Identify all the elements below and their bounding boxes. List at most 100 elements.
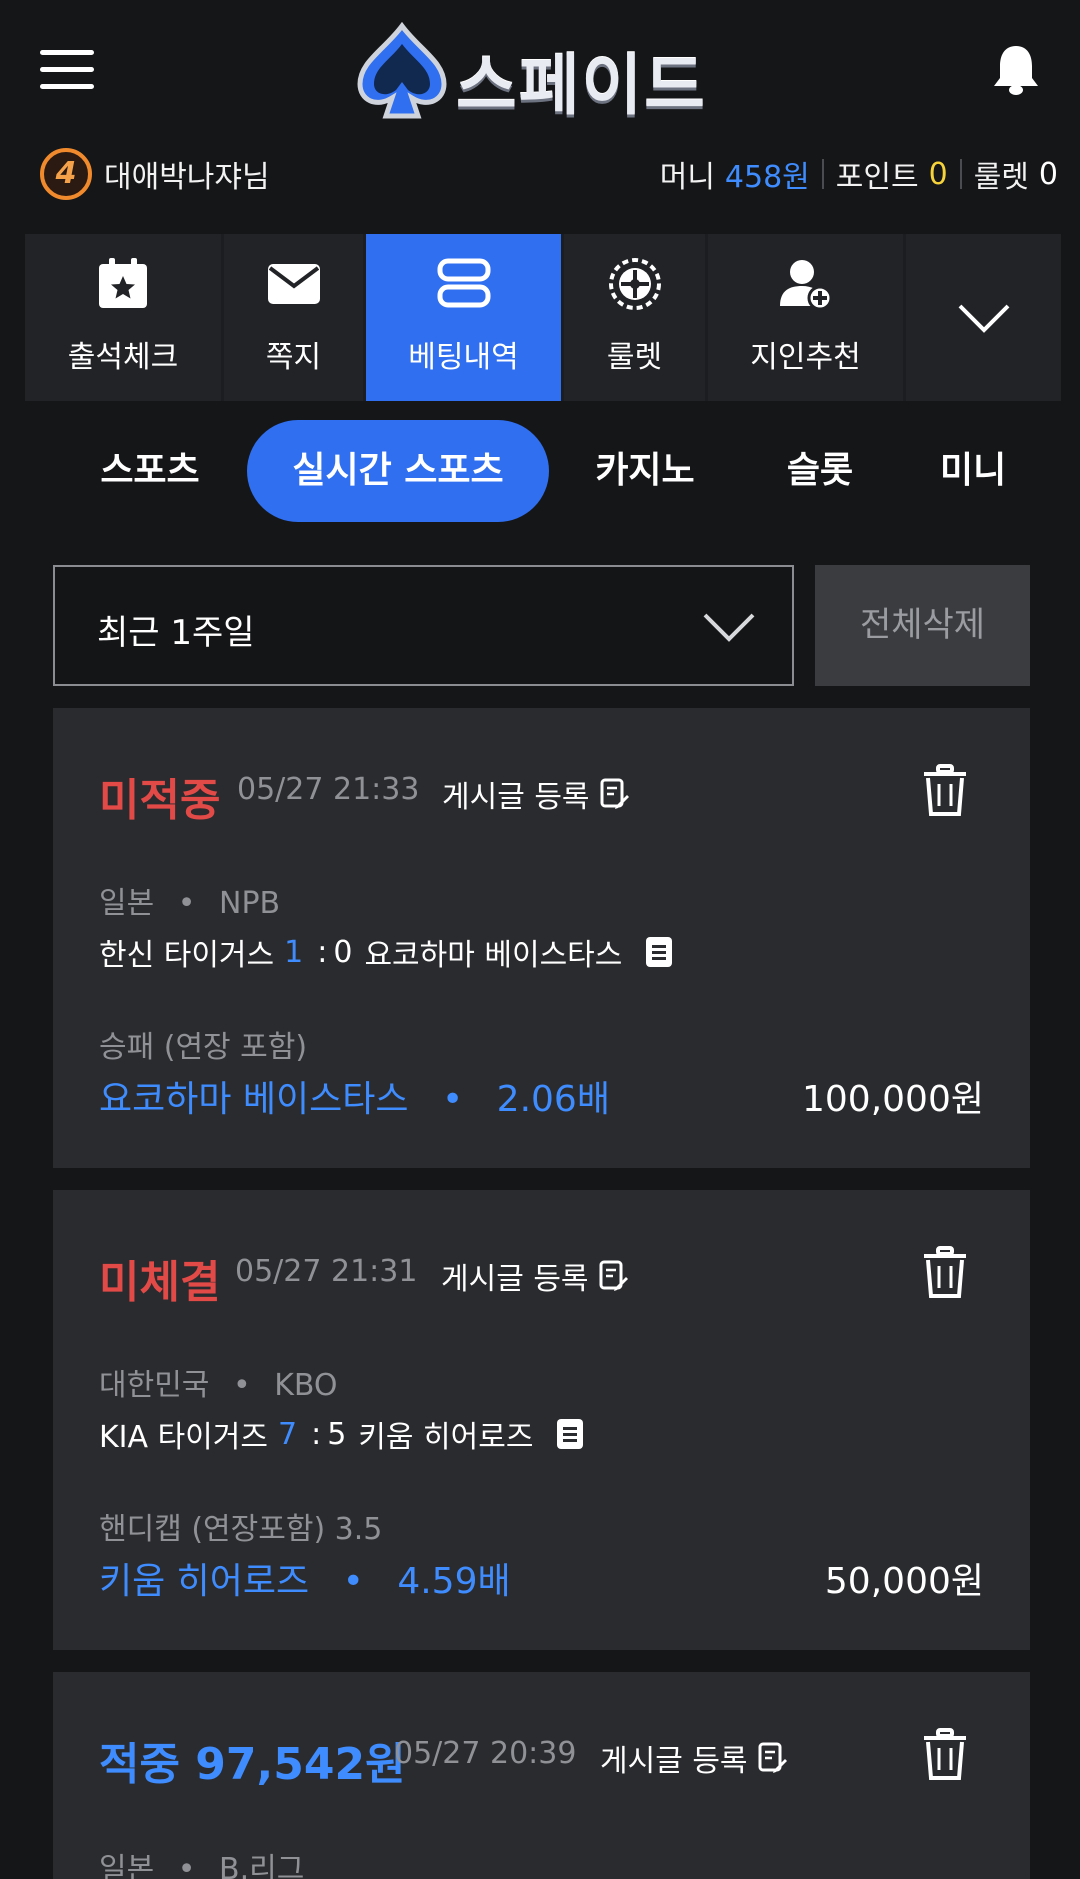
tab-minigame[interactable]: 미니게 bbox=[940, 420, 1030, 522]
bet-status: 미체결 bbox=[99, 1257, 221, 1308]
quicknav-label: 출석체크 bbox=[67, 340, 179, 375]
post-register-label: 게시글 등록 bbox=[442, 780, 590, 815]
tab-live-sports[interactable]: 실시간 스포츠 bbox=[247, 420, 549, 522]
trash-icon[interactable] bbox=[922, 764, 968, 818]
bell-icon[interactable] bbox=[992, 44, 1040, 96]
pick-team: 키움 히어로즈 bbox=[99, 1561, 310, 1602]
divider bbox=[821, 159, 824, 189]
quicknav-attendance[interactable]: 출석체크 bbox=[25, 234, 221, 401]
bet-time: 05/27 21:31 bbox=[235, 1254, 418, 1289]
quicknav-label: 룰렛 bbox=[606, 340, 663, 375]
point-label: 포인트 bbox=[835, 160, 919, 195]
match-info: 한신 타이거스 1 : 0 요코하마 베이스타스 bbox=[99, 930, 673, 974]
league-info: 일본 • NPB bbox=[99, 878, 280, 922]
bet-pick: 요코하마 베이스타스 • 2.06배 bbox=[99, 1070, 610, 1122]
match-info: KIA 타이거즈 7 : 5 키움 히어로즈 bbox=[99, 1412, 584, 1456]
edit-document-icon bbox=[758, 1742, 787, 1773]
tab-casino[interactable]: 카지노 bbox=[580, 420, 710, 522]
money-label: 머니 bbox=[659, 160, 715, 195]
roulette-icon bbox=[607, 256, 663, 312]
league: NPB bbox=[219, 886, 281, 921]
category-tabs: 스포츠 실시간 스포츠 카지노 슬롯 미니게 bbox=[0, 420, 1080, 526]
top-bar: 스페이드 bbox=[0, 0, 1080, 140]
post-register-label: 게시글 등록 bbox=[441, 1262, 589, 1297]
country: 일본 bbox=[99, 1852, 155, 1879]
away-score: 0 bbox=[333, 934, 353, 970]
quicknav-messages[interactable]: 쪽지 bbox=[224, 234, 363, 401]
logo-text: 스페이드 bbox=[456, 47, 707, 124]
tab-sports[interactable]: 스포츠 bbox=[80, 420, 220, 522]
pick-odds: 4.59배 bbox=[397, 1561, 511, 1602]
period-select-value: 최근 1주일 bbox=[97, 613, 255, 653]
separator-dot: • bbox=[177, 886, 196, 921]
score-separator: : bbox=[311, 1416, 322, 1452]
post-register-button[interactable]: 게시글 등록 bbox=[600, 1736, 788, 1780]
league: B.리그 bbox=[219, 1852, 305, 1879]
bet-card: 미체결 05/27 21:31 게시글 등록 대한민국 • KBO KIA 타이… bbox=[53, 1190, 1030, 1650]
away-score: 5 bbox=[327, 1416, 347, 1452]
spade-logo-icon bbox=[357, 22, 447, 119]
wallet-summary: 머니 458원 포인트 0 룰렛 0 bbox=[660, 152, 1058, 196]
league-info: 대한민국 • KBO bbox=[99, 1360, 338, 1404]
roulette-value[interactable]: 0 bbox=[1039, 157, 1058, 192]
roulette-label: 룰렛 bbox=[973, 160, 1029, 195]
home-team: 한신 타이거스 bbox=[99, 938, 275, 973]
menu-icon[interactable] bbox=[40, 50, 94, 90]
money-value[interactable]: 458원 bbox=[725, 152, 810, 196]
post-register-button[interactable]: 게시글 등록 bbox=[441, 1254, 629, 1298]
country: 일본 bbox=[99, 886, 155, 921]
league: KBO bbox=[274, 1368, 338, 1403]
bet-amount: 100,000원 bbox=[802, 1079, 984, 1120]
league-info: 일본 • B.리그 bbox=[99, 1844, 304, 1879]
chevron-down-icon bbox=[956, 290, 1012, 346]
point-value[interactable]: 0 bbox=[929, 157, 948, 192]
quicknav-label: 지인추천 bbox=[750, 340, 861, 375]
quick-nav: 출석체크 쪽지 베팅내역 룰렛 지인추천 bbox=[25, 234, 1061, 401]
bet-card: 적중 97,542원 05/27 20:39 게시글 등록 일본 • B.리그 bbox=[53, 1672, 1030, 1879]
country: 대한민국 bbox=[99, 1368, 210, 1403]
list-icon bbox=[436, 256, 492, 312]
match-detail-icon[interactable] bbox=[557, 1419, 584, 1449]
trash-icon[interactable] bbox=[922, 1246, 968, 1300]
pick-team: 요코하마 베이스타스 bbox=[99, 1079, 409, 1120]
envelope-icon bbox=[266, 256, 322, 312]
divider bbox=[959, 159, 962, 189]
logo[interactable]: 스페이드 bbox=[352, 22, 732, 124]
quicknav-more[interactable] bbox=[906, 234, 1061, 401]
home-score: 1 bbox=[284, 934, 304, 970]
edit-document-icon bbox=[600, 778, 629, 809]
away-team: 요코하마 베이스타스 bbox=[364, 938, 623, 973]
level-badge: 4 bbox=[40, 148, 92, 200]
delete-all-button[interactable]: 전체삭제 bbox=[815, 565, 1030, 686]
separator-dot: • bbox=[177, 1852, 196, 1879]
separator-dot: • bbox=[441, 1079, 464, 1120]
quicknav-referral[interactable]: 지인추천 bbox=[708, 234, 903, 401]
match-detail-icon[interactable] bbox=[646, 937, 673, 967]
user-add-icon bbox=[778, 256, 834, 312]
edit-document-icon bbox=[599, 1260, 628, 1291]
home-team: KIA 타이거즈 bbox=[99, 1420, 268, 1455]
bet-status: 적중 97,542원 bbox=[99, 1739, 406, 1790]
home-score: 7 bbox=[277, 1416, 298, 1452]
quicknav-label: 베팅내역 bbox=[408, 340, 519, 375]
calendar-star-icon bbox=[95, 256, 151, 312]
tab-slot[interactable]: 슬롯 bbox=[760, 420, 880, 522]
separator-dot: • bbox=[232, 1368, 251, 1403]
bet-time: 05/27 21:33 bbox=[237, 772, 420, 807]
chevron-down-icon bbox=[703, 613, 755, 642]
bet-card: 미적중 05/27 21:33 게시글 등록 일본 • NPB 한신 타이거스 … bbox=[53, 708, 1030, 1168]
away-team: 키움 히어로즈 bbox=[358, 1420, 534, 1455]
post-register-label: 게시글 등록 bbox=[600, 1744, 748, 1779]
period-select[interactable]: 최근 1주일 bbox=[53, 565, 794, 686]
pick-odds: 2.06배 bbox=[496, 1079, 610, 1120]
bet-status: 미적중 bbox=[99, 775, 221, 826]
quicknav-label: 쪽지 bbox=[265, 340, 322, 375]
quicknav-bet-history[interactable]: 베팅내역 bbox=[366, 234, 561, 401]
quicknav-roulette[interactable]: 룰렛 bbox=[564, 234, 705, 401]
trash-icon[interactable] bbox=[922, 1728, 968, 1782]
separator-dot: • bbox=[342, 1561, 364, 1602]
bet-time: 05/27 20:39 bbox=[394, 1736, 577, 1771]
username[interactable]: 대애박나쟈님 bbox=[104, 152, 270, 196]
post-register-button[interactable]: 게시글 등록 bbox=[442, 772, 630, 816]
bet-market: 승패 (연장 포함) bbox=[99, 1030, 308, 1065]
